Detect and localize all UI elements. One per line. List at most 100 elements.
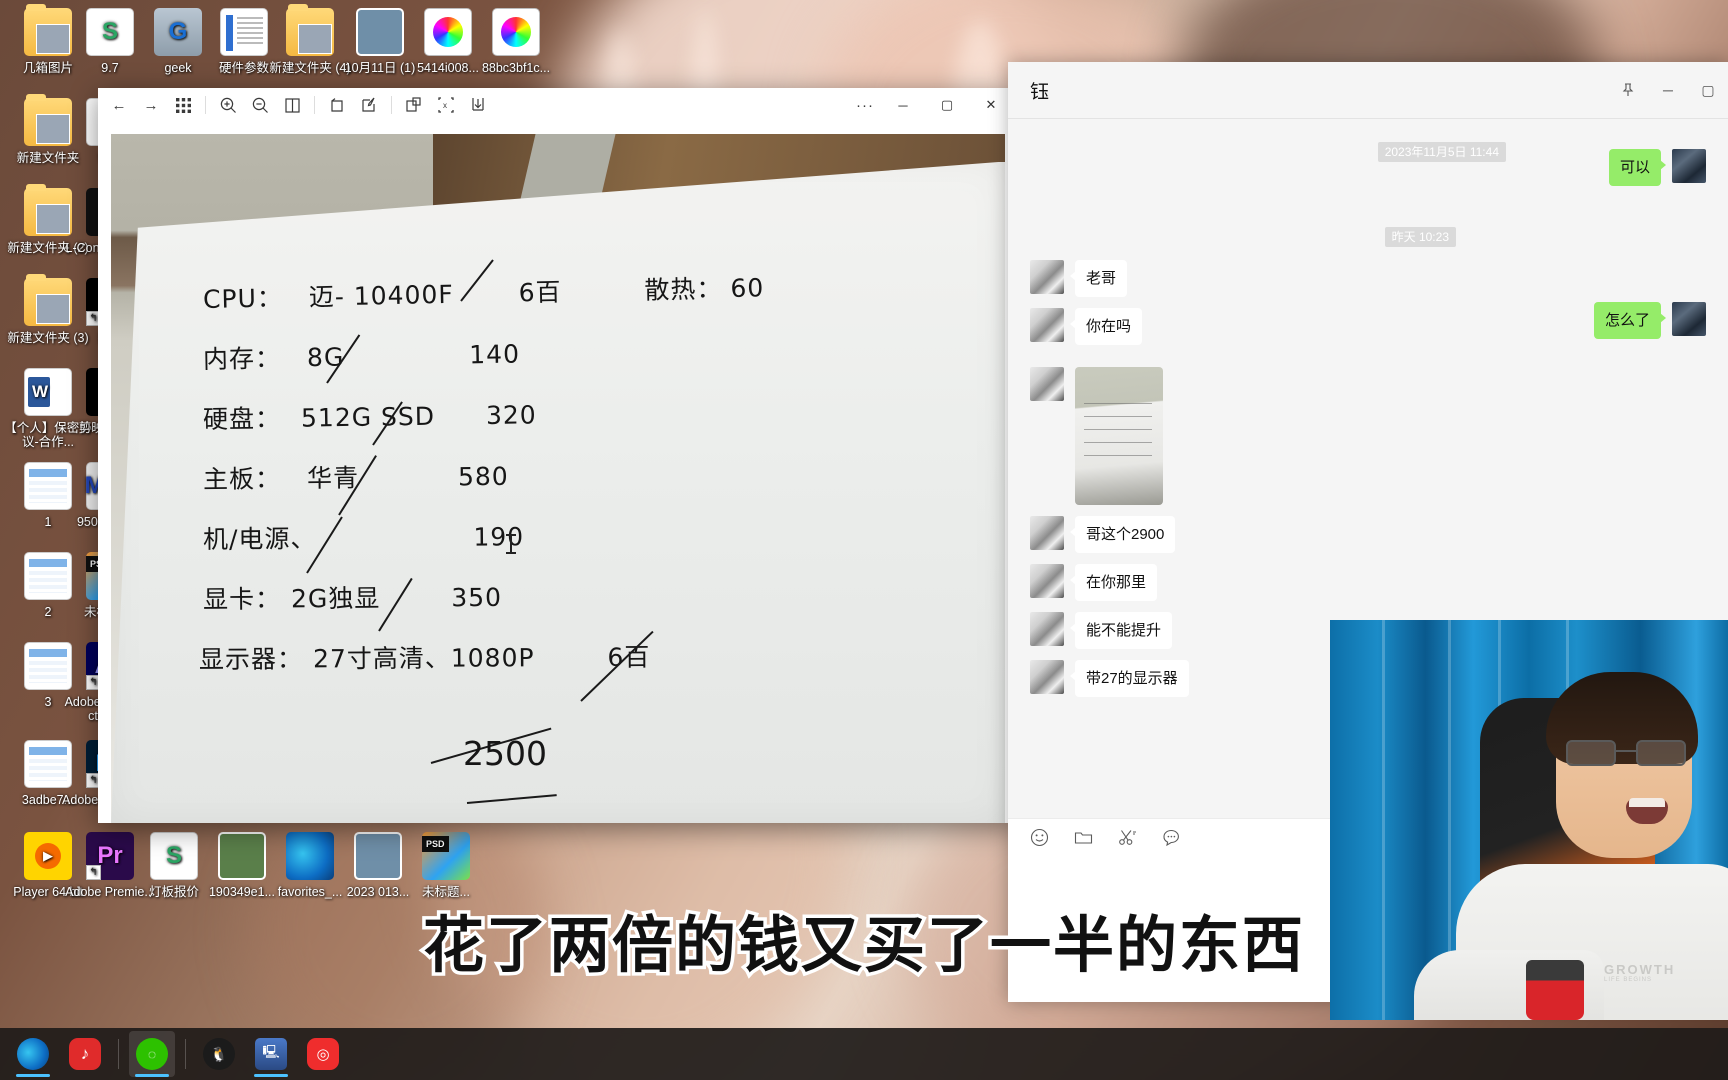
chat-history-icon[interactable] [1160,828,1182,853]
avatar[interactable] [1030,660,1064,694]
back-icon[interactable]: ← [104,92,134,118]
message-bubble-out[interactable]: 可以 [1608,149,1667,186]
cat-icon [218,832,266,880]
crop-icon[interactable]: x [431,92,461,118]
note-underline [466,793,557,804]
message-bubble-in[interactable]: 你在吗 [1069,308,1143,345]
message-bubble-in[interactable]: 带27的显示器 [1070,660,1189,697]
message-bubble-out[interactable]: 怎么了 [1593,302,1667,339]
avatar[interactable] [1030,367,1064,401]
compare-icon[interactable] [399,92,429,118]
fit-to-window-icon[interactable] [277,92,307,118]
wechat-contact-name: 钰 [1030,81,1050,103]
message-row-in-image [1030,367,1706,505]
zoom-out-icon[interactable] [245,92,275,118]
svg-text:x: x [443,101,447,110]
taskbar-app-qq[interactable]: 🐧 [196,1031,242,1077]
doc-icon: S [150,832,198,880]
more-options-icon[interactable]: ··· [850,92,880,118]
toolbar-divider [391,96,392,114]
toolbar-divider [314,96,315,114]
taskbar-app-edge[interactable] [10,1031,56,1077]
message-row-in: 在你那里 [1030,564,1706,601]
hw-icon [220,8,268,56]
avatar[interactable] [1030,564,1064,598]
magnifier-minus-icon [252,97,268,113]
file-icon[interactable] [1072,828,1094,853]
psd-icon: PSD [422,832,470,880]
avatar[interactable] [1030,612,1064,646]
thumbnail-handwriting [1083,397,1153,459]
taskbar-app-network[interactable]: 🖳 [248,1031,294,1077]
message-bubble-in[interactable]: 在你那里 [1069,564,1158,601]
img-icon [354,832,402,880]
timestamp-text: 2023年11月5日 11:44 [1377,142,1506,162]
pin-icon-glyph [1622,83,1634,96]
note-line-ram: 内存： 8G 140 [202,339,521,374]
message-row-out: 可以 [1030,149,1706,186]
rotate-icon[interactable] [322,92,352,118]
note-line-gpu: 显卡： 2G独显 350 [202,582,503,614]
wechat-minimize-button[interactable]: ─ [1648,73,1688,107]
message-bubble-in[interactable]: 老哥 [1069,260,1128,297]
folder-icon [286,4,334,56]
photo-handwritten-parts-list: CPU： 迈- 10400F 6百 散热： 60 内存： 8G 140 硬盘： 512G… [111,134,1005,823]
avatar[interactable] [1030,308,1064,342]
doc-icon: S [86,8,134,56]
pencil-edit-icon [362,97,375,112]
crop-icon: x [438,97,454,113]
message-row-in: 老哥 [1030,260,1706,297]
screenshot-icon[interactable] [1116,828,1138,853]
forward-icon[interactable]: → [136,92,166,118]
taskbar-divider [118,1039,119,1069]
gallery-icon[interactable] [168,92,198,118]
avatar[interactable] [1030,516,1064,550]
taskbar-app-netease-music[interactable]: ♪ [62,1031,108,1077]
rotate-icon [331,98,343,112]
message-row-in: 哥这个2900 [1030,516,1706,553]
desktop-icon[interactable]: PSD 未标题... [398,832,494,899]
desktop-root: 几箱图片 S 9.7 Ggeek 硬件参数 新建文件夹 (4) 10月11日 (1) 5414… [0,0,1728,1080]
timestamp-divider: 昨天 10:23 [1030,227,1706,247]
download-save-icon [472,98,484,111]
video-subtitle: 花了两倍的钱又买了一半的东西 [419,907,1306,985]
emoji-icon[interactable] [1028,828,1050,853]
taskbar: ♪ ◌ 🐧 🖳 ◎ [0,1028,1728,1080]
save-icon[interactable] [463,92,493,118]
glasses-icon [1566,740,1686,766]
desktop-icon[interactable]: 88bc3bf1c... [468,8,564,75]
fit-icon [284,97,300,113]
edge-icon [286,832,334,880]
edit-icon[interactable] [354,92,384,118]
person-mouth [1626,798,1668,824]
wechat-maximize-button[interactable]: ▢ [1688,73,1728,107]
avatar[interactable] [1672,149,1706,183]
pin-icon[interactable] [1608,73,1648,107]
rgb-icon [424,8,472,56]
magnifier-plus-icon [220,97,236,113]
image-viewer-window: ← → x ··· ─ ▢ ✕ CPU： 迈- 10400F 6百 散热： 60… [98,88,1018,823]
smiley-icon [1030,828,1048,847]
geek-icon: G [154,8,202,56]
viewer-image-area[interactable]: CPU： 迈- 10400F 6百 散热： 60 内存： 8G 140 硬盘： 512G… [98,123,1018,823]
avatar[interactable] [1030,260,1064,294]
avatar[interactable] [1672,302,1706,336]
image-thumbnail [1075,367,1163,505]
note-line-disk: 硬盘： 512G SSD 320 [202,399,537,434]
zoom-in-icon[interactable] [213,92,243,118]
message-bubble-in[interactable]: 哥这个2900 [1069,516,1176,553]
note-total: 2500 [463,733,547,773]
scissors-icon [1118,830,1136,845]
viewer-minimize-button[interactable]: ─ [882,88,924,123]
taskbar-app-recorder[interactable]: ◎ [300,1031,346,1077]
desktop-icon-label: 88bc3bf1c... [481,61,551,75]
taskbar-app-wechat[interactable]: ◌ [129,1031,175,1077]
taskbar-divider [185,1039,186,1069]
gallery-grid-icon [175,97,191,113]
viewer-maximize-button[interactable]: ▢ [926,88,968,123]
toolbar-divider [205,96,206,114]
note-line-case-psu: 机/电源、 190 [202,521,525,554]
message-bubble-image[interactable] [1075,367,1163,505]
message-bubble-in[interactable]: 能不能提升 [1069,612,1173,649]
viewer-close-button[interactable]: ✕ [970,88,1012,123]
